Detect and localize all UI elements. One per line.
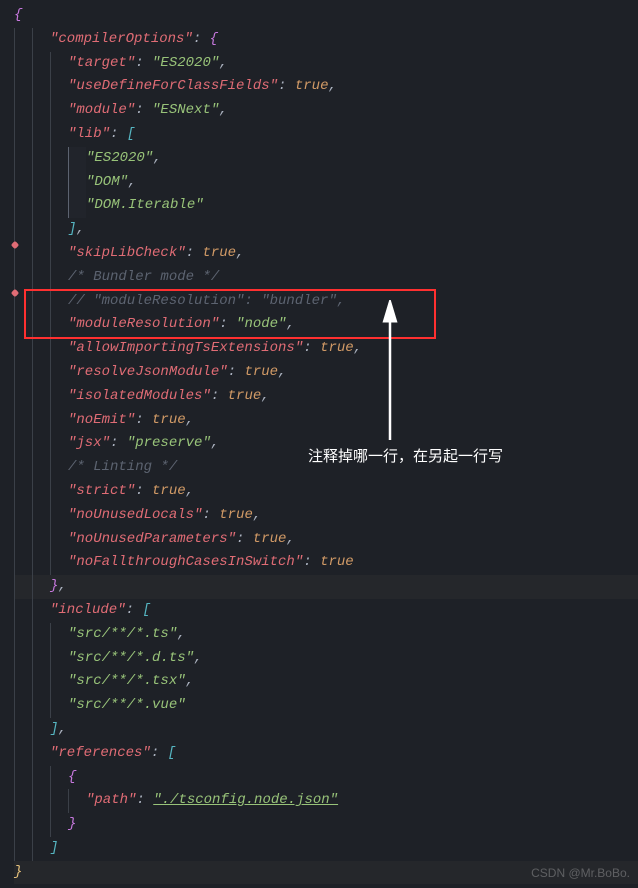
code-line[interactable]: "useDefineForClassFields": true,	[14, 75, 638, 99]
commented-out-line: // "moduleResolution": "bundler",	[68, 293, 345, 309]
code-line[interactable]: "path": "./tsconfig.node.json"	[14, 789, 638, 813]
code-line[interactable]: "target": "ES2020",	[14, 52, 638, 76]
code-line[interactable]: "noUnusedParameters": true,	[14, 528, 638, 552]
code-line[interactable]: "src/**/*.d.ts",	[14, 647, 638, 671]
code-line[interactable]: "allowImportingTsExtensions": true,	[14, 337, 638, 361]
code-line[interactable]: "moduleResolution": "node",	[14, 313, 638, 337]
code-line[interactable]: {	[14, 766, 638, 790]
code-line[interactable]: "src/**/*.ts",	[14, 623, 638, 647]
brace-close: }	[14, 864, 22, 880]
code-line[interactable]: ],	[14, 218, 638, 242]
code-line[interactable]: "skipLibCheck": true,	[14, 242, 638, 266]
comment: /* Bundler mode */	[68, 269, 219, 285]
code-line[interactable]: "src/**/*.tsx",	[14, 670, 638, 694]
code-line[interactable]: "resolveJsonModule": true,	[14, 361, 638, 385]
code-line[interactable]: ]	[14, 837, 638, 861]
code-line[interactable]: "include": [	[14, 599, 638, 623]
code-line[interactable]: "DOM",	[14, 171, 638, 195]
code-line[interactable]: },	[14, 575, 638, 599]
code-line[interactable]: "noFallthroughCasesInSwitch": true	[14, 551, 638, 575]
code-line[interactable]: "src/**/*.vue"	[14, 694, 638, 718]
code-line[interactable]: "module": "ESNext",	[14, 99, 638, 123]
annotation-label: 注释掉哪一行，在另起一行写	[308, 444, 503, 470]
code-line[interactable]: {	[14, 4, 638, 28]
code-line[interactable]: "lib": [	[14, 123, 638, 147]
code-line[interactable]: "references": [	[14, 742, 638, 766]
code-line[interactable]: "ES2020",	[14, 147, 638, 171]
code-line[interactable]: "noUnusedLocals": true,	[14, 504, 638, 528]
code-line[interactable]: }	[14, 813, 638, 837]
code-line[interactable]: "strict": true,	[14, 480, 638, 504]
watermark: CSDN @Mr.BoBo.	[531, 863, 630, 883]
code-line[interactable]: // "moduleResolution": "bundler",	[14, 290, 638, 314]
code-line[interactable]: /* Bundler mode */	[14, 266, 638, 290]
code-line[interactable]: "compilerOptions": {	[14, 28, 638, 52]
code-line[interactable]: "noEmit": true,	[14, 409, 638, 433]
comment: /* Linting */	[68, 459, 177, 475]
brace-open: {	[14, 7, 22, 23]
code-line[interactable]: "DOM.Iterable"	[14, 194, 638, 218]
json-key: "compilerOptions"	[50, 31, 193, 47]
code-line[interactable]: "isolatedModules": true,	[14, 385, 638, 409]
code-line[interactable]: ],	[14, 718, 638, 742]
